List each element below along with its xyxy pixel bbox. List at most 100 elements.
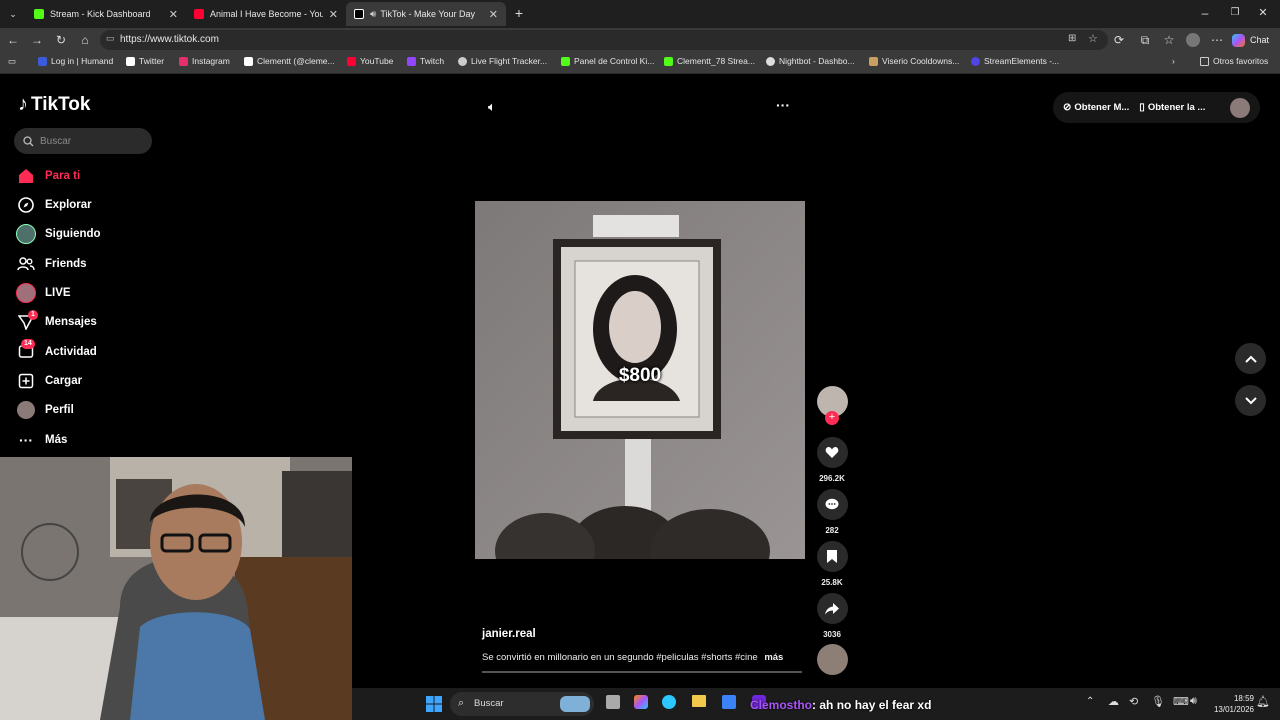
mute-toggle-icon[interactable]: 🔈︎ bbox=[488, 99, 496, 115]
sidebar-item-cargar[interactable]: Cargar bbox=[16, 369, 166, 393]
browser-tab-bar: ⌄ Stream - Kick Dashboard ✕ Animal I Hav… bbox=[0, 0, 1280, 28]
bookmark-youtube[interactable]: YouTube bbox=[347, 56, 393, 66]
forward-icon[interactable]: → bbox=[30, 33, 44, 47]
window-close-icon[interactable]: ✕ bbox=[1256, 6, 1270, 20]
notifications-icon[interactable]: 🔔︎ bbox=[1256, 695, 1270, 708]
bookmark-viserio[interactable]: Viserio Cooldowns... bbox=[869, 56, 959, 66]
search-input[interactable] bbox=[40, 128, 146, 154]
menu-dots-icon[interactable]: ⋯ bbox=[1210, 33, 1224, 47]
bookmark-twitch[interactable]: Twitch bbox=[407, 56, 444, 66]
sidebar-item-label: Siguiendo bbox=[45, 228, 101, 240]
volume-icon[interactable]: 🔊︎ bbox=[1190, 695, 1197, 708]
tab-list-icon[interactable]: ⌄ bbox=[6, 7, 20, 21]
network-icon[interactable]: ⌨ bbox=[1173, 695, 1189, 708]
follow-plus-icon[interactable]: + bbox=[825, 411, 839, 425]
cloud-icon[interactable]: ☁ bbox=[1108, 695, 1119, 708]
copilot-icon[interactable] bbox=[634, 695, 648, 709]
clock[interactable]: 18:59 13/01/2026 bbox=[1208, 693, 1254, 715]
share-count: 3036 bbox=[823, 630, 841, 639]
share-button[interactable]: 3036 bbox=[816, 593, 848, 639]
progress-bar[interactable] bbox=[482, 671, 802, 673]
task-view-icon[interactable] bbox=[606, 695, 620, 709]
video-player[interactable]: $800 bbox=[475, 201, 805, 559]
sync-icon[interactable]: ⟲ bbox=[1129, 695, 1138, 708]
sidebar-item-perfil[interactable]: Perfil bbox=[16, 398, 166, 422]
bookmark-tiktok-profile[interactable]: Clementt (@cleme... bbox=[244, 56, 335, 66]
bookmark-twitter[interactable]: Twitter bbox=[126, 56, 164, 66]
site-info-icon[interactable]: ▭ bbox=[106, 33, 115, 44]
sidebar-item-mensajes[interactable]: 1 Mensajes bbox=[16, 310, 166, 334]
tab-youtube[interactable]: Animal I Have Become - YouTube ✕ bbox=[186, 2, 346, 26]
tab-tiktok[interactable]: 🔊︎ TikTok - Make Your Day ✕ bbox=[346, 2, 506, 26]
favorites-icon[interactable]: ☆ bbox=[1162, 33, 1176, 47]
chat-overlay-text: ah no hay el fear xd bbox=[819, 698, 932, 712]
taskbar-search[interactable]: ⌕ Buscar bbox=[450, 692, 594, 716]
store-icon[interactable] bbox=[722, 695, 736, 709]
chevron-right-icon[interactable]: › bbox=[1172, 56, 1175, 66]
messages-icon: 1 bbox=[16, 310, 38, 332]
bookmark-flight-tracker[interactable]: Live Flight Tracker... bbox=[458, 56, 547, 66]
sidebar-item-live[interactable]: LIVE bbox=[16, 281, 166, 305]
bookmark-nightbot[interactable]: Nightbot - Dashbo... bbox=[766, 56, 855, 66]
start-menu-icon[interactable] bbox=[426, 696, 442, 712]
profile-avatar[interactable] bbox=[1186, 33, 1200, 47]
get-coins-button[interactable]: Obtener M... bbox=[1074, 102, 1129, 113]
favorite-star-icon[interactable]: ☆ bbox=[1088, 32, 1098, 45]
puzzle-icon[interactable]: ⧉ bbox=[1138, 33, 1152, 47]
sidebar-item-label: Más bbox=[45, 434, 68, 446]
sidebar-item-mas[interactable]: ··· Más bbox=[16, 428, 166, 452]
file-explorer-icon[interactable] bbox=[692, 695, 706, 707]
user-avatar[interactable] bbox=[1230, 97, 1250, 118]
bookmark-humand[interactable]: Log in | Humand bbox=[38, 56, 113, 66]
author-avatar-button[interactable]: + bbox=[816, 386, 848, 425]
webcam-overlay bbox=[0, 457, 352, 720]
youtube-icon bbox=[347, 56, 356, 66]
next-video-button[interactable] bbox=[1235, 385, 1266, 416]
top-right-actions: ⊘ Obtener M... ▯ Obtener la ... bbox=[1053, 92, 1260, 123]
video-options-icon[interactable]: ··· bbox=[776, 97, 790, 113]
sidebar-item-actividad[interactable]: 14 Actividad bbox=[16, 339, 166, 364]
comment-button[interactable]: 282 bbox=[816, 489, 848, 535]
sidebar-item-explorar[interactable]: Explorar bbox=[16, 193, 166, 217]
close-icon[interactable]: ✕ bbox=[489, 8, 498, 21]
back-icon[interactable]: ← bbox=[6, 33, 20, 47]
restore-icon[interactable]: ❐ bbox=[1228, 6, 1242, 20]
tiktok-logo[interactable]: ♪ TikTok bbox=[18, 93, 90, 116]
tray-chevron-icon[interactable]: ⌃ bbox=[1086, 696, 1094, 707]
compass-icon bbox=[16, 195, 36, 215]
url-field[interactable]: ▭ https://www.tiktok.com ⊞ ☆ bbox=[100, 30, 1108, 50]
bookmark-instagram[interactable]: Instagram bbox=[179, 56, 230, 66]
bookmark-kick-stream[interactable]: Clementt_78 Strea... bbox=[664, 56, 755, 66]
sidebar-item-para-ti[interactable]: Para ti bbox=[16, 164, 166, 188]
other-bookmarks[interactable]: Otros favoritos bbox=[1200, 56, 1268, 66]
tab-kick-dashboard[interactable]: Stream - Kick Dashboard ✕ bbox=[26, 2, 186, 26]
video-author[interactable]: janier.real bbox=[482, 628, 536, 640]
app-install-icon[interactable]: ⊞ bbox=[1068, 33, 1076, 44]
bookmark-kick-panel[interactable]: Panel de Control Ki... bbox=[561, 56, 654, 66]
heart-icon bbox=[816, 437, 848, 468]
reload-icon[interactable]: ↻ bbox=[54, 33, 68, 47]
edge-icon[interactable] bbox=[662, 695, 676, 709]
more-link[interactable]: más bbox=[764, 652, 783, 663]
activity-icon: 14 bbox=[16, 339, 36, 362]
sidebar-item-siguiendo[interactable]: Siguiendo bbox=[16, 222, 166, 246]
save-button[interactable]: 25.8K bbox=[816, 541, 848, 587]
close-icon[interactable]: ✕ bbox=[329, 8, 338, 21]
previous-video-button[interactable] bbox=[1235, 343, 1266, 374]
get-app-button[interactable]: Obtener la ... bbox=[1148, 102, 1206, 113]
search-box[interactable] bbox=[14, 128, 152, 154]
close-icon[interactable]: ✕ bbox=[169, 8, 178, 21]
music-avatar[interactable] bbox=[816, 644, 848, 675]
new-tab-icon[interactable]: + bbox=[512, 6, 526, 20]
microphone-icon[interactable]: 🎙︎ bbox=[1151, 695, 1165, 708]
home-icon[interactable]: ⌂ bbox=[78, 33, 92, 47]
minimize-icon[interactable]: – bbox=[1198, 6, 1212, 20]
sidebar-item-friends[interactable]: Friends bbox=[16, 252, 166, 276]
like-count: 296.2K bbox=[819, 474, 845, 483]
copilot-chat-button[interactable]: Chat bbox=[1232, 31, 1269, 49]
like-button[interactable]: 296.2K bbox=[816, 437, 848, 483]
sidebar-toggle-icon[interactable]: ▭ bbox=[8, 56, 16, 67]
extensions-icon[interactable]: ⟳ bbox=[1112, 33, 1126, 47]
bookmark-streamelements[interactable]: StreamElements -... bbox=[971, 56, 1059, 66]
bookmark-label: Nightbot - Dashbo... bbox=[779, 56, 855, 66]
